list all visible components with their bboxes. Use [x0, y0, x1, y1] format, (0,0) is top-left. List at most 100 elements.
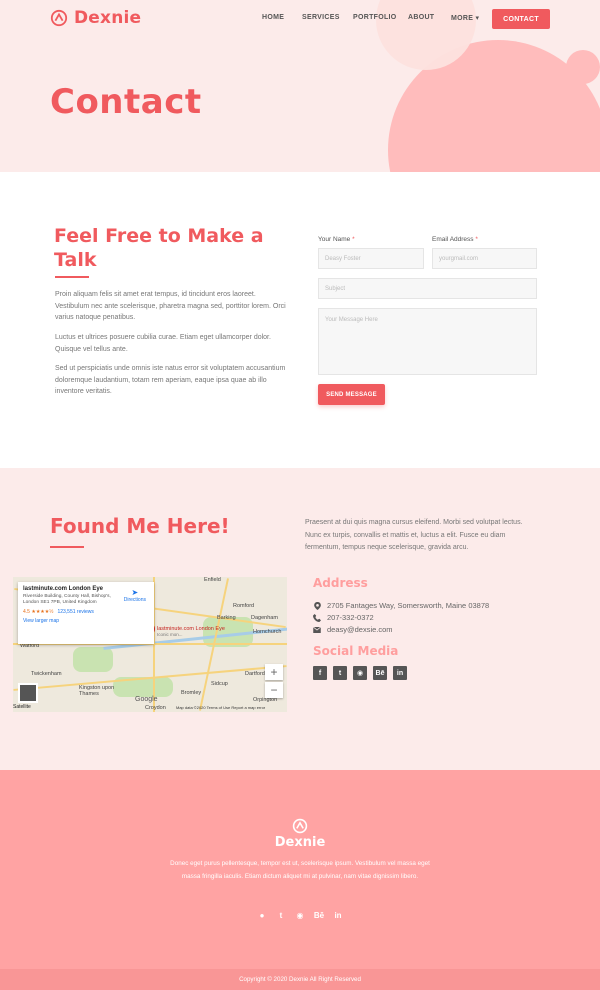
name-placeholder: Deasy Foster: [325, 255, 361, 262]
copyright-text: Copyright © 2020 Dexnie All Right Reserv…: [239, 976, 361, 983]
email-placeholder: yourgmail.com: [439, 255, 479, 262]
email-label-text: Email Address: [432, 236, 474, 243]
map-town-label: Enfield: [204, 577, 221, 583]
address-item: 2705 Fantages Way, Somersworth, Maine 03…: [313, 601, 489, 610]
subject-field[interactable]: Subject: [318, 278, 537, 299]
hero-section: Dexnie HOME SERVICES PORTFOLIO ABOUT MOR…: [0, 0, 600, 172]
required-mark: *: [475, 236, 478, 243]
location-heading: Found Me Here!: [50, 514, 230, 538]
email-label: Email Address *: [432, 236, 478, 243]
map-attribution: Map data ©2020 Terms of Use Report a map…: [176, 705, 266, 710]
nav-more[interactable]: MORE ▾: [451, 14, 479, 22]
contact-paragraph-1: Proin aliquam felis sit amet erat tempus…: [55, 291, 286, 321]
brand-logo[interactable]: Dexnie: [50, 8, 141, 28]
facebook-icon[interactable]: f: [313, 666, 327, 680]
email-field[interactable]: yourgmail.com: [432, 248, 537, 269]
location-intro: Praesent at dui quis magna cursus eleife…: [305, 519, 523, 551]
map-town-label: Twickenham: [31, 671, 62, 677]
phone-item: 207-332-0372: [313, 613, 374, 622]
behance-icon[interactable]: Bē: [314, 910, 324, 920]
footer-social-links: ● t ◉ Bē in: [0, 910, 600, 920]
contact-paragraph-2: Luctus et ultrices posuere cubilia curae…: [55, 334, 271, 353]
name-label: Your Name *: [318, 236, 355, 243]
map-town-label: Barking: [217, 615, 236, 621]
zoom-in-button[interactable]: +: [265, 664, 283, 680]
contact-section: Feel Free to Make a Talk Proin aliquam f…: [0, 172, 600, 468]
map-park: [73, 647, 113, 672]
location-section: Found Me Here! Praesent at dui quis magn…: [0, 468, 600, 770]
contact-paragraph-3: Sed ut perspiciatis unde omnis iste natu…: [55, 365, 286, 395]
brand-name: Dexnie: [74, 8, 142, 28]
map-town-label: Sidcup: [211, 681, 228, 687]
nav-more-label: MORE: [451, 15, 474, 22]
phone-text: 207-332-0372: [327, 613, 374, 622]
nav-contact-button[interactable]: CONTACT: [492, 9, 550, 29]
twitter-icon[interactable]: t: [333, 666, 347, 680]
map-town-label: Dagenham: [251, 615, 278, 621]
send-message-button[interactable]: SEND MESSAGE: [318, 384, 385, 405]
satellite-label: Satellite: [13, 704, 31, 710]
chevron-down-icon: ▾: [475, 15, 480, 22]
logo-icon: [292, 818, 308, 834]
map-town-label: Dartford: [245, 671, 265, 677]
dribbble-icon[interactable]: ◉: [353, 666, 367, 680]
nav-services[interactable]: SERVICES: [302, 14, 340, 21]
view-larger-map-link[interactable]: View larger map: [23, 618, 149, 624]
map-town-label: Bromley: [181, 690, 202, 696]
heading-underline: [55, 276, 89, 278]
linkedin-icon[interactable]: in: [333, 910, 343, 920]
map-marker-label: lastminute.com London Eye Iconic mon...: [157, 626, 225, 638]
google-logo: Google: [135, 696, 158, 703]
twitter-icon[interactable]: t: [276, 910, 286, 920]
social-links: f t ◉ Bē in: [313, 666, 407, 680]
marker-subtitle: Iconic mon...: [157, 632, 183, 637]
map-pin-icon: [313, 601, 321, 610]
linkedin-icon[interactable]: in: [393, 666, 407, 680]
place-address: Riverside Building, County Hall, Bishop'…: [23, 594, 111, 605]
directions-icon: ➤: [131, 588, 139, 597]
address-text: 2705 Fantages Way, Somersworth, Maine 03…: [327, 601, 490, 610]
behance-icon[interactable]: Bē: [373, 666, 387, 680]
footer-brand-name: Dexnie: [274, 835, 326, 850]
directions-button[interactable]: ➤ Directions: [124, 588, 146, 603]
address-heading: Address: [313, 576, 368, 590]
name-label-text: Your Name: [318, 236, 351, 243]
map-town-label: Kingston upon Thames: [79, 685, 115, 697]
google-map[interactable]: Enfield Romford Barking Dagenham Hornchu…: [13, 577, 287, 712]
nav-home[interactable]: HOME: [262, 14, 284, 21]
nav-about[interactable]: ABOUT: [408, 14, 434, 21]
facebook-icon[interactable]: ●: [257, 910, 267, 920]
satellite-toggle[interactable]: [18, 683, 38, 703]
map-place-card: lastminute.com London Eye Riverside Buil…: [18, 582, 154, 644]
footer-description: Donec eget purus pellentesque, tempor es…: [170, 860, 430, 880]
envelope-icon: [313, 626, 321, 634]
directions-label: Directions: [123, 597, 146, 603]
map-town-label: Croydon: [145, 705, 166, 711]
social-heading: Social Media: [313, 644, 399, 658]
zoom-out-button[interactable]: −: [265, 682, 283, 698]
page-title: Contact: [50, 82, 202, 122]
site-footer: Dexnie Donec eget purus pellentesque, te…: [0, 770, 600, 969]
contact-heading: Feel Free to Make a Talk: [54, 225, 264, 271]
footer-logo[interactable]: Dexnie: [0, 818, 600, 850]
message-placeholder: Your Message Here: [325, 317, 378, 323]
place-rating: 4.5 ★★★★½ 123,551 reviews: [23, 609, 149, 615]
email-item: deasy@dexsie.com: [313, 625, 393, 634]
name-field[interactable]: Deasy Foster: [318, 248, 424, 269]
heading-underline: [50, 546, 84, 548]
copyright-bar: Copyright © 2020 Dexnie All Right Reserv…: [0, 969, 600, 990]
nav-portfolio[interactable]: PORTFOLIO: [353, 14, 397, 21]
reviews-link[interactable]: 123,551 reviews: [57, 609, 93, 615]
logo-icon: [50, 9, 68, 27]
subject-placeholder: Subject: [325, 285, 346, 292]
email-text[interactable]: deasy@dexsie.com: [327, 625, 393, 634]
decor-circle-small: [566, 50, 600, 84]
required-mark: *: [352, 236, 355, 243]
phone-icon: [313, 613, 321, 622]
rating-stars: ★★★★½: [31, 609, 54, 615]
map-town-label: Hornchurch: [253, 629, 282, 635]
message-field[interactable]: Your Message Here: [318, 308, 537, 375]
dribbble-icon[interactable]: ◉: [295, 910, 305, 920]
map-town-label: Romford: [233, 603, 255, 609]
rating-value: 4.5: [23, 609, 30, 615]
